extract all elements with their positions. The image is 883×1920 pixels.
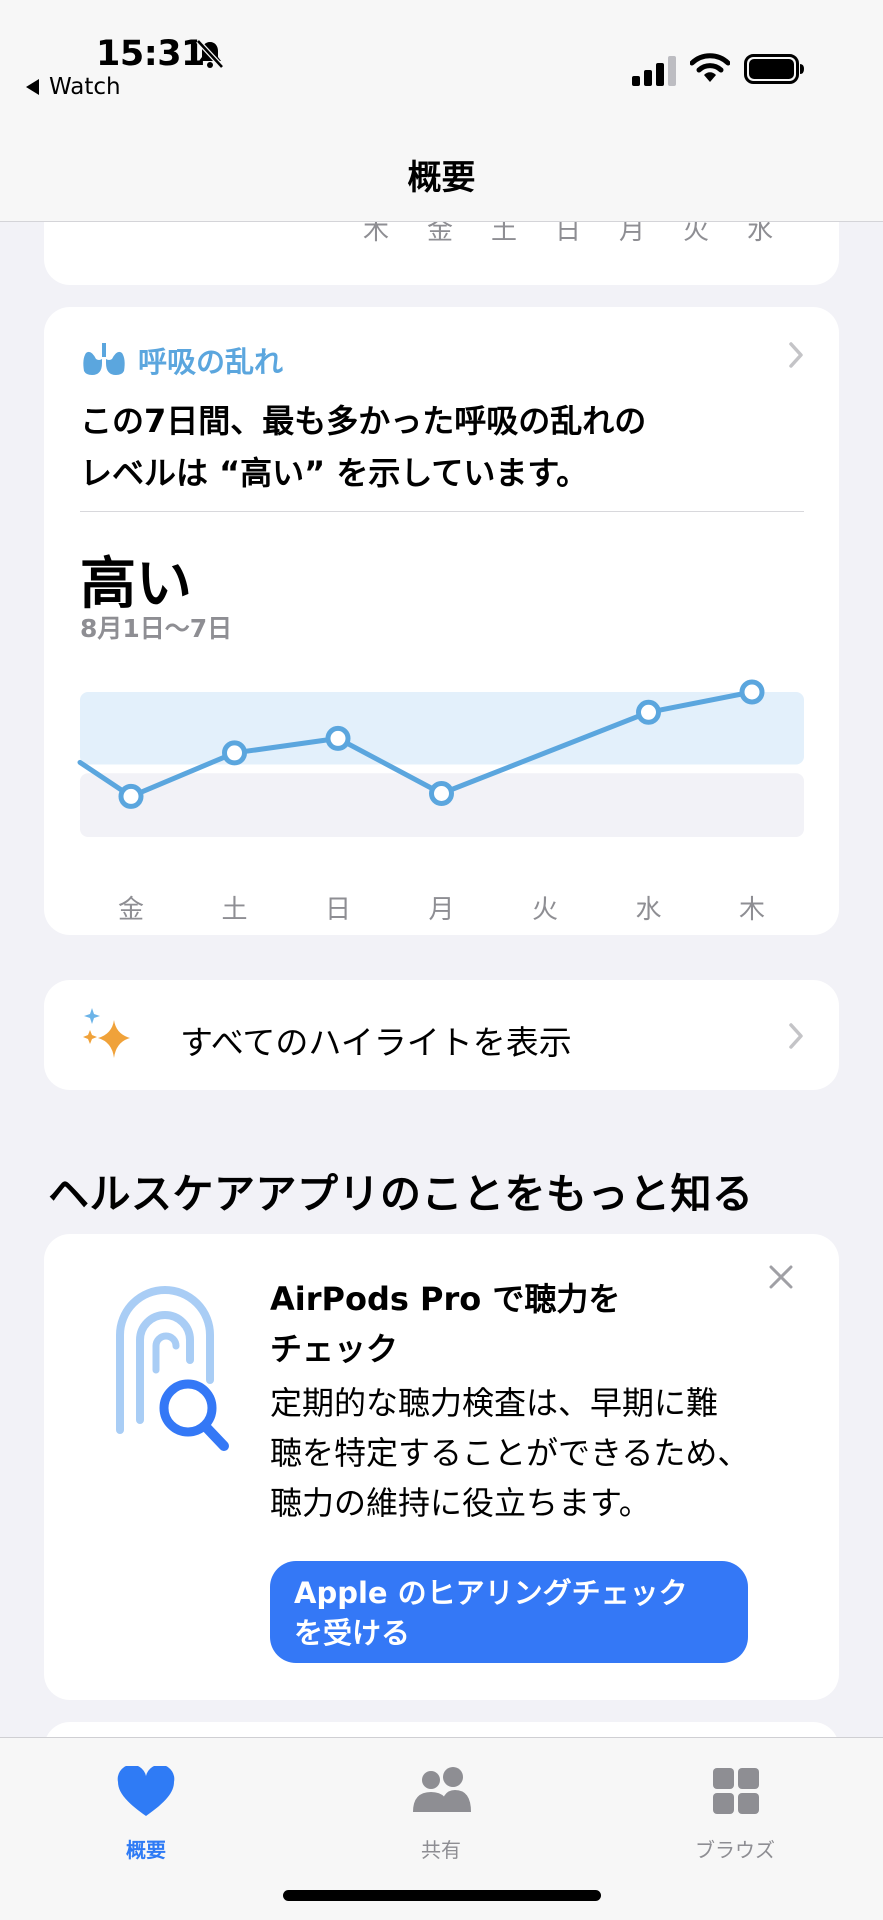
breathing-description: この7日間、最も多かった呼吸の乱れの レベルは “高い” を示しています。 [80, 395, 800, 499]
hearing-check-button[interactable]: Apple のヒアリングチェック を受ける [270, 1561, 748, 1663]
airpods-title-line: AirPods Pro で聴力を [270, 1280, 621, 1318]
breathing-description-line: レベルは “高い” を示しています。 [80, 454, 589, 492]
divider [80, 511, 804, 512]
airpods-body-line: 聴力の維持に役立ちます。 [270, 1484, 651, 1522]
hearing-check-button-line: Apple のヒアリングチェック [294, 1576, 688, 1610]
heart-icon [117, 1766, 175, 1816]
breathing-card-header: 呼吸の乱れ [82, 339, 283, 381]
tab-summary[interactable]: 概要 [71, 1756, 221, 1876]
breathing-disturbances-card[interactable]: 呼吸の乱れ この7日間、最も多かった呼吸の乱れの レベルは “高い” を示してい… [44, 307, 839, 935]
breathing-card-title: 呼吸の乱れ [138, 345, 284, 379]
battery-icon [744, 54, 804, 84]
section-title: ヘルスケアアプリのことをもっと知る [48, 1170, 754, 1218]
airpods-card-body: 定期的な聴力検査は、早期に難 聴を特定することができるため、 聴力の維持に役立ち… [270, 1378, 790, 1528]
chart-day-labels: 金土日月火水木 [44, 889, 839, 925]
tab-sharing[interactable]: 共有 [366, 1756, 516, 1876]
lungs-icon [83, 343, 125, 375]
page-title: 概要 [407, 158, 476, 198]
chart-point [429, 781, 454, 806]
cellular-signal-icon [632, 56, 676, 86]
back-triangle-icon [26, 79, 39, 95]
home-indicator [283, 1890, 601, 1901]
chart-point [739, 679, 765, 705]
chart-point [325, 725, 351, 751]
grid-icon [713, 1768, 759, 1814]
chart-day-label: 月 [428, 895, 455, 925]
close-icon[interactable] [768, 1264, 794, 1290]
wifi-icon [690, 53, 730, 82]
breathing-chart [77, 679, 804, 837]
tab-label: 共有 [421, 1838, 461, 1862]
show-all-highlights-label: すべてのハイライトを表示 [180, 1023, 572, 1062]
hearing-check-button-line: を受ける [294, 1616, 411, 1650]
chart-day-label: 土 [221, 895, 248, 925]
bell-slash-icon [196, 39, 224, 69]
back-to-watch-link[interactable]: Watch [26, 74, 121, 100]
chevron-right-icon [789, 342, 803, 368]
ear-magnifier-icon [116, 1286, 229, 1451]
chart-day-label: 火 [531, 895, 558, 925]
chart-day-label: 水 [635, 895, 662, 925]
tab-label: ブラウズ [695, 1838, 775, 1862]
airpods-body-line: 定期的な聴力検査は、早期に難 [270, 1384, 719, 1422]
chart-point [636, 699, 661, 725]
sparkles-icon [83, 1008, 130, 1058]
airpods-body-line: 聴を特定することができるため、 [270, 1434, 750, 1472]
status-time: 15:31 [96, 34, 205, 74]
airpods-title-line: チェック [270, 1330, 399, 1368]
chart-point [222, 740, 247, 766]
tab-browse[interactable]: ブラウズ [660, 1756, 810, 1876]
people-icon [413, 1767, 471, 1812]
screen: 15:31 Watch 概要 木 金 土 日 月 火 水 呼吸の乱れ この7日間… [0, 0, 883, 1920]
airpods-hearing-card: AirPods Pro で聴力を チェック 定期的な聴力検査は、早期に難 聴を特… [44, 1234, 839, 1700]
tab-label: 概要 [126, 1838, 166, 1862]
airpods-card-title: AirPods Pro で聴力を チェック [270, 1274, 750, 1374]
chevron-right-icon [789, 1023, 803, 1049]
show-all-highlights-button[interactable]: すべてのハイライトを表示 [44, 980, 839, 1090]
breathing-level-value: 高い [80, 552, 192, 617]
breathing-description-line: この7日間、最も多かった呼吸の乱れの [80, 402, 647, 440]
chart-day-label: 日 [324, 895, 351, 925]
top-bar: 15:31 Watch 概要 [0, 0, 883, 222]
chart-point [118, 783, 144, 809]
chart-day-label: 木 [738, 895, 765, 925]
date-range: 8月1日〜7日 [80, 614, 233, 643]
chart-day-label: 金 [117, 895, 144, 925]
back-label: Watch [49, 74, 121, 100]
